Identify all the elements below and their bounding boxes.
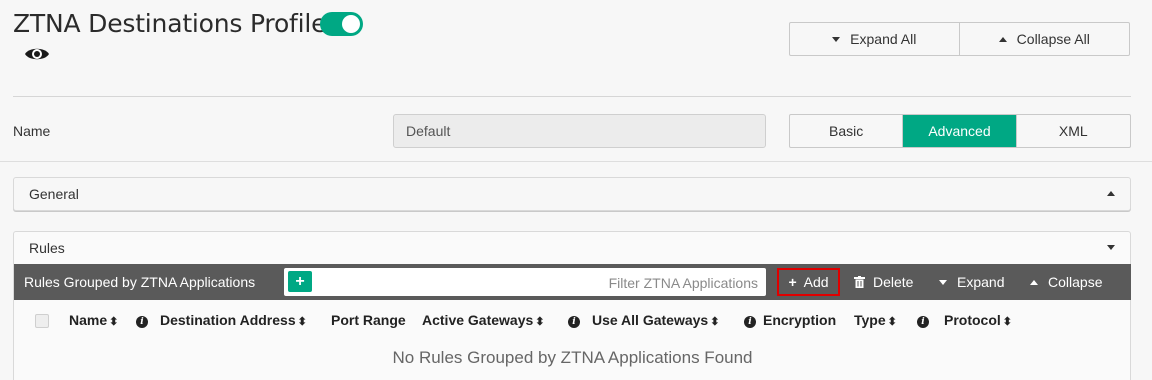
- rules-panel-header[interactable]: Rules: [14, 232, 1130, 263]
- info-icon[interactable]: i: [744, 312, 756, 328]
- column-type-label: Type: [854, 312, 886, 328]
- name-label: Name: [13, 123, 51, 139]
- column-port-range-label: Port Range: [331, 312, 406, 328]
- rules-panel-title: Rules: [29, 239, 65, 256]
- divider: [13, 96, 1131, 97]
- info-icon[interactable]: i: [917, 312, 929, 328]
- sort-icon: ⬍: [297, 316, 307, 328]
- rules-table-header: Name ⬍ i Destination Address ⬍ Port Range …: [14, 312, 1131, 332]
- info-icon[interactable]: i: [136, 312, 148, 328]
- column-type[interactable]: Type ⬍: [854, 312, 897, 328]
- delete-button[interactable]: Delete: [854, 268, 913, 296]
- rules-toolbar: Rules Grouped by ZTNA Applications + Fil…: [14, 264, 1131, 300]
- caret-up-icon: [1107, 191, 1115, 196]
- expand-all-button[interactable]: Expand All: [790, 23, 960, 55]
- add-label: Add: [803, 274, 829, 290]
- expand-label: Expand: [957, 274, 1005, 290]
- column-destination-address[interactable]: Destination Address ⬍: [160, 312, 307, 328]
- add-button[interactable]: + Add: [777, 268, 840, 296]
- expand-collapse-group: Expand All Collapse All: [789, 22, 1130, 56]
- column-use-all-gateways-label: Use All Gateways: [592, 312, 709, 328]
- column-encryption[interactable]: Encryption: [763, 312, 836, 328]
- tab-xml[interactable]: XML: [1017, 115, 1130, 147]
- collapse-all-button[interactable]: Collapse All: [960, 23, 1130, 55]
- general-panel-title: General: [29, 185, 79, 202]
- add-application-button[interactable]: +: [288, 271, 312, 292]
- sort-icon: ⬍: [535, 316, 545, 328]
- column-name-label: Name: [69, 312, 108, 328]
- caret-down-icon: [939, 279, 947, 285]
- column-port-range[interactable]: Port Range: [331, 312, 406, 328]
- tab-basic[interactable]: Basic: [790, 115, 904, 147]
- page-title: ZTNA Destinations Profile: [13, 9, 327, 38]
- column-protocol[interactable]: Protocol ⬍: [944, 312, 1012, 328]
- sort-icon: ⬍: [887, 316, 897, 328]
- caret-up-icon: [1030, 279, 1038, 285]
- column-encryption-label: Encryption: [763, 312, 837, 328]
- caret-up-icon: [998, 36, 1007, 42]
- column-protocol-label: Protocol: [944, 312, 1001, 328]
- filter-placeholder: Filter ZTNA Applications: [608, 275, 758, 291]
- enable-toggle[interactable]: [320, 12, 363, 36]
- expand-all-label: Expand All: [850, 31, 917, 47]
- caret-down-icon: [1107, 245, 1115, 250]
- ztna-profile-page: ZTNA Destinations Profile Expand All Col…: [0, 0, 1152, 380]
- sort-icon: ⬍: [1002, 316, 1012, 328]
- general-panel: General: [13, 177, 1131, 211]
- collapse-label: Collapse: [1048, 274, 1103, 290]
- tab-advanced[interactable]: Advanced: [903, 115, 1017, 147]
- sort-icon: ⬍: [710, 316, 720, 328]
- rules-toolbar-title: Rules Grouped by ZTNA Applications: [24, 274, 256, 290]
- toggle-knob: [342, 15, 360, 33]
- divider: [0, 161, 1152, 162]
- sort-icon: ⬍: [109, 316, 119, 328]
- rules-panel: Rules Rules Grouped by ZTNA Applications…: [13, 231, 1131, 380]
- column-active-gateways[interactable]: Active Gateways ⬍: [422, 312, 545, 328]
- name-input[interactable]: Default: [393, 114, 766, 148]
- collapse-button[interactable]: Collapse: [1030, 268, 1102, 296]
- info-icon[interactable]: i: [568, 312, 580, 328]
- delete-label: Delete: [873, 274, 914, 290]
- collapse-all-label: Collapse All: [1016, 31, 1090, 47]
- caret-down-icon: [832, 36, 841, 42]
- column-use-all-gateways[interactable]: Use All Gateways ⬍: [592, 312, 719, 328]
- trash-icon: [854, 276, 865, 288]
- eye-icon[interactable]: [24, 44, 50, 64]
- column-active-gateways-label: Active Gateways: [422, 312, 534, 328]
- plus-icon: +: [788, 274, 797, 290]
- select-all-checkbox[interactable]: [35, 314, 49, 328]
- column-destination-address-label: Destination Address: [160, 312, 296, 328]
- general-panel-header[interactable]: General: [14, 178, 1130, 209]
- empty-state-message: No Rules Grouped by ZTNA Applications Fo…: [392, 348, 753, 367]
- column-name[interactable]: Name ⬍: [69, 312, 118, 328]
- expand-button[interactable]: Expand: [939, 268, 1004, 296]
- mode-tabs: Basic Advanced XML: [789, 114, 1131, 148]
- filter-applications-input[interactable]: + Filter ZTNA Applications: [284, 268, 766, 296]
